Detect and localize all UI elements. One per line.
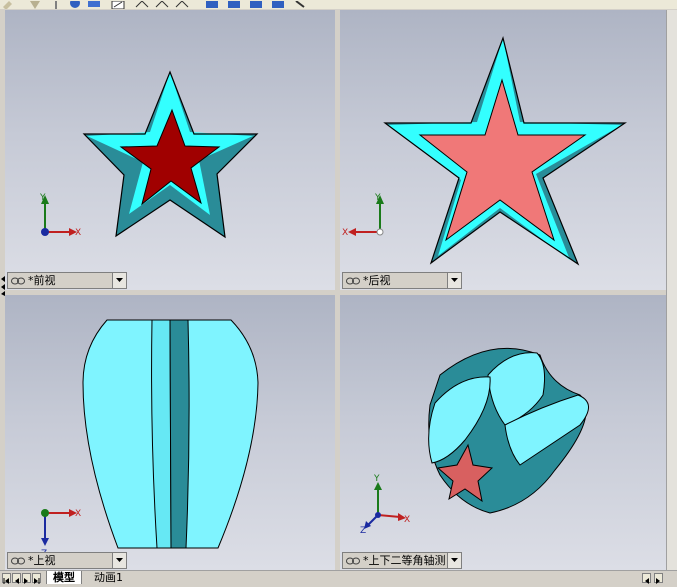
splitter-arrows-icon[interactable] <box>0 276 6 296</box>
hscroll-left-button[interactable] <box>642 573 651 584</box>
viewport-isometric[interactable]: Y X Z *上下二等角轴测 <box>340 295 666 570</box>
view-label-isometric-text: *上下二等角轴测 <box>363 554 446 567</box>
front-axis-y-label: Y <box>39 193 46 203</box>
toolbar-shaded-icon[interactable] <box>175 0 189 8</box>
tab-animation1[interactable]: 动画1 <box>88 571 129 584</box>
link-icon <box>11 557 25 565</box>
iso-axis-z-label: Z <box>360 526 366 536</box>
toolbar-undo-icon[interactable] <box>3 1 12 9</box>
toolbar-rotate-icon[interactable] <box>272 1 284 8</box>
vertical-scrollbar[interactable] <box>666 10 677 570</box>
link-icon <box>11 277 25 285</box>
tab-nav-first-button[interactable] <box>2 573 11 584</box>
back-view-model: Y X <box>342 35 627 266</box>
chevron-down-icon <box>451 278 458 282</box>
bottom-tab-bar: 模型 动画1 <box>0 570 677 584</box>
toolbar-view-orientation-icon[interactable] <box>55 1 57 9</box>
chevron-down-icon <box>451 558 458 562</box>
view-label-front-text: *前视 <box>28 274 56 287</box>
iso-axis-x-label: X <box>404 515 410 525</box>
top-rib-center <box>169 319 190 549</box>
hscroll-right-button[interactable] <box>654 573 663 584</box>
viewport-front[interactable]: Y X *前视 <box>5 10 335 290</box>
chevron-last-icon <box>34 578 40 584</box>
toolbar-zoom-area-icon[interactable] <box>88 1 100 7</box>
tab-nav-last-button[interactable] <box>32 573 41 584</box>
view-dropdown-button[interactable] <box>112 273 126 288</box>
viewport-top[interactable]: X Z *上视 <box>5 295 335 570</box>
toolbar-wireframe-icon[interactable] <box>135 0 149 8</box>
view-dropdown-button[interactable] <box>112 553 126 568</box>
chevron-right-icon <box>656 578 660 584</box>
viewport-back[interactable]: Y X *后视 <box>340 10 666 290</box>
chevron-right-icon <box>24 578 28 584</box>
top-view-model: X Z <box>41 319 259 559</box>
view-label-isometric[interactable]: *上下二等角轴测 <box>342 552 462 569</box>
front-axis-x-label: X <box>75 228 81 238</box>
iso-axis-y-label: Y <box>373 474 380 484</box>
toolbar-shadows-icon[interactable] <box>250 1 262 8</box>
toolbar-shaded-edges-icon[interactable] <box>206 1 218 8</box>
view-label-top[interactable]: *上视 <box>7 552 127 569</box>
chevron-left-icon <box>645 578 649 584</box>
toolbar-perspective-icon[interactable] <box>228 1 240 8</box>
front-view-model: Y X <box>39 70 259 239</box>
top-axis-x-label: X <box>75 509 81 519</box>
tab-nav-prev-button[interactable] <box>12 573 21 584</box>
view-label-back[interactable]: *后视 <box>342 272 462 289</box>
tab-model[interactable]: 模型 <box>46 571 82 584</box>
toolbar-icons <box>3 0 305 9</box>
view-dropdown-button[interactable] <box>447 273 461 288</box>
toolbar-rebuild-icon[interactable] <box>30 1 40 9</box>
view-dropdown-button[interactable] <box>447 553 461 568</box>
iso-axis-triad: Y X Z <box>360 474 410 536</box>
toolbar-pan-icon[interactable] <box>295 0 305 8</box>
view-label-front[interactable]: *前视 <box>7 272 127 289</box>
tab-nav-next-button[interactable] <box>22 573 31 584</box>
chevron-first-icon <box>3 578 9 584</box>
iso-view-model: Y X Z <box>360 347 589 536</box>
back-axis-triad: Y X <box>342 193 384 238</box>
toolbar-section-view-icon[interactable] <box>111 0 125 9</box>
view-label-back-text: *后视 <box>363 274 391 287</box>
horizontal-splitter[interactable] <box>0 290 677 295</box>
link-icon <box>346 557 360 565</box>
back-axis-x-label: X <box>342 228 348 238</box>
chevron-down-icon <box>116 558 123 562</box>
front-axis-triad: Y X <box>39 193 81 238</box>
chevron-left-icon <box>15 578 19 584</box>
toolbar-zoom-fit-icon[interactable] <box>70 0 80 8</box>
chevron-down-icon <box>116 278 123 282</box>
toolbar <box>0 0 677 9</box>
back-axis-y-label: Y <box>374 193 381 203</box>
view-label-top-text: *上视 <box>28 554 56 567</box>
link-icon <box>346 277 360 285</box>
toolbar-hidden-lines-icon[interactable] <box>155 0 169 8</box>
